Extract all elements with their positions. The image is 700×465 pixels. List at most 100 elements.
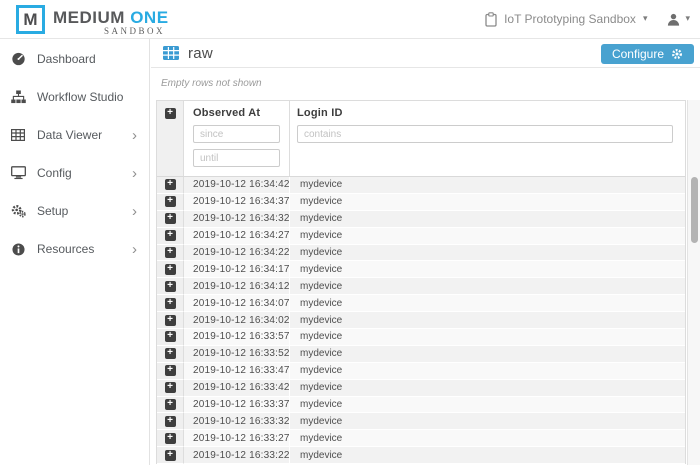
row-observed-at: 2019-10-12 16:34:32 — [184, 211, 290, 228]
row-observed-at: 2019-10-12 16:33:27 — [184, 430, 290, 447]
desktop-icon — [9, 166, 27, 180]
page-title: raw — [188, 45, 213, 62]
row-expand-button[interactable]: + — [165, 196, 176, 207]
table-row: + 2019-10-12 16:33:22 mydevice — [157, 447, 685, 464]
sidebar-item-resources[interactable]: Resources › — [0, 230, 149, 268]
table-header-row: + Observed At Login ID — [157, 101, 685, 177]
row-login-id: mydevice — [290, 194, 685, 211]
row-expand-button[interactable]: + — [165, 315, 176, 326]
main-content: raw Configure Empty rows not shown + Obs… — [151, 39, 700, 465]
row-observed-at: 2019-10-12 16:33:42 — [184, 380, 290, 397]
row-observed-at: 2019-10-12 16:34:02 — [184, 312, 290, 329]
row-login-id: mydevice — [290, 245, 685, 262]
row-expand-button[interactable]: + — [165, 298, 176, 309]
row-observed-at: 2019-10-12 16:33:22 — [184, 447, 290, 464]
sidebar-item-label: Dashboard — [37, 52, 137, 66]
expand-all-button[interactable]: + — [165, 108, 176, 119]
info-icon — [9, 243, 27, 256]
table-icon — [9, 129, 27, 141]
row-expand-button[interactable]: + — [165, 450, 176, 461]
table-row: + 2019-10-12 16:34:32 mydevice — [157, 211, 685, 228]
column-header-login-id: Login ID — [297, 107, 685, 119]
header-observed-at-cell: Observed At — [184, 101, 290, 176]
table-row: + 2019-10-12 16:34:12 mydevice — [157, 278, 685, 295]
logo-mark-icon: M — [16, 5, 45, 34]
sidebar-item-workflow-studio[interactable]: Workflow Studio — [0, 78, 149, 116]
row-expand-button[interactable]: + — [165, 399, 176, 410]
filter-until-input[interactable] — [193, 149, 280, 167]
row-expand-cell: + — [157, 261, 184, 278]
empty-rows-note: Empty rows not shown — [151, 68, 700, 89]
row-expand-button[interactable]: + — [165, 331, 176, 342]
table-row: + 2019-10-12 16:33:57 mydevice — [157, 329, 685, 346]
configure-button-label: Configure — [612, 47, 664, 61]
row-expand-button[interactable]: + — [165, 213, 176, 224]
row-expand-cell: + — [157, 312, 184, 329]
table-body: + 2019-10-12 16:34:42 mydevice + 2019-10… — [157, 177, 685, 464]
sidebar-nav: Dashboard Workflow Studio Data Viewer › — [0, 39, 150, 465]
sidebar-item-label: Workflow Studio — [37, 90, 137, 104]
raw-events-table: + Observed At Login ID + 2019-10-12 16:3… — [156, 100, 686, 464]
filter-since-input[interactable] — [193, 125, 280, 143]
sidebar-item-dashboard[interactable]: Dashboard — [0, 40, 149, 78]
row-login-id: mydevice — [290, 211, 685, 228]
chevron-right-icon: › — [132, 204, 137, 219]
row-expand-cell: + — [157, 329, 184, 346]
sidebar-item-label: Setup — [37, 204, 132, 218]
brand-primary: MEDIUM — [53, 8, 125, 27]
table-row: + 2019-10-12 16:33:47 mydevice — [157, 363, 685, 380]
clipboard-icon — [485, 12, 497, 27]
row-login-id: mydevice — [290, 380, 685, 397]
row-expand-cell: + — [157, 413, 184, 430]
row-observed-at: 2019-10-12 16:34:17 — [184, 261, 290, 278]
sandbox-selector-dropdown[interactable]: IoT Prototyping Sandbox ▾ — [485, 12, 647, 27]
user-menu-dropdown[interactable]: ▾ — [667, 13, 690, 26]
row-observed-at: 2019-10-12 16:34:07 — [184, 295, 290, 312]
brand-subtitle: SANDBOX — [53, 26, 165, 36]
row-expand-button[interactable]: + — [165, 433, 176, 444]
table-row: + 2019-10-12 16:34:17 mydevice — [157, 261, 685, 278]
scrollbar-thumb[interactable] — [691, 177, 698, 243]
row-expand-button[interactable]: + — [165, 230, 176, 241]
gear-icon — [671, 48, 683, 60]
user-icon — [667, 13, 680, 26]
configure-button[interactable]: Configure — [601, 44, 694, 64]
row-expand-button[interactable]: + — [165, 264, 176, 275]
sidebar-item-data-viewer[interactable]: Data Viewer › — [0, 116, 149, 154]
row-expand-button[interactable]: + — [165, 365, 176, 376]
row-expand-button[interactable]: + — [165, 247, 176, 258]
chevron-right-icon: › — [132, 242, 137, 257]
row-expand-button[interactable]: + — [165, 348, 176, 359]
row-expand-button[interactable]: + — [165, 179, 176, 190]
row-login-id: mydevice — [290, 430, 685, 447]
row-login-id: mydevice — [290, 177, 685, 194]
brand-logo: MEDIUM ONE — [53, 8, 169, 28]
table-row: + 2019-10-12 16:33:52 mydevice — [157, 346, 685, 363]
top-bar: M MEDIUM ONE SANDBOX IoT Prototyping San… — [0, 0, 700, 39]
chevron-down-icon: ▾ — [643, 14, 648, 24]
row-observed-at: 2019-10-12 16:33:57 — [184, 329, 290, 346]
vertical-scrollbar[interactable] — [687, 100, 700, 465]
row-expand-cell: + — [157, 363, 184, 380]
row-expand-cell: + — [157, 397, 184, 414]
row-login-id: mydevice — [290, 261, 685, 278]
filter-contains-input[interactable] — [297, 125, 673, 143]
row-observed-at: 2019-10-12 16:33:32 — [184, 413, 290, 430]
sidebar-item-setup[interactable]: Setup › — [0, 192, 149, 230]
sidebar-item-label: Data Viewer — [37, 128, 132, 142]
stream-table-icon — [163, 46, 179, 65]
row-expand-button[interactable]: + — [165, 382, 176, 393]
row-expand-cell: + — [157, 228, 184, 245]
row-expand-button[interactable]: + — [165, 416, 176, 427]
row-login-id: mydevice — [290, 346, 685, 363]
row-expand-cell: + — [157, 295, 184, 312]
table-row: + 2019-10-12 16:34:27 mydevice — [157, 228, 685, 245]
row-login-id: mydevice — [290, 312, 685, 329]
sidebar-item-config[interactable]: Config › — [0, 154, 149, 192]
sidebar-item-label: Config — [37, 166, 132, 180]
table-row: + 2019-10-12 16:33:27 mydevice — [157, 430, 685, 447]
sandbox-selector-label: IoT Prototyping Sandbox — [504, 12, 636, 26]
row-login-id: mydevice — [290, 329, 685, 346]
chevron-right-icon: › — [132, 128, 137, 143]
row-expand-button[interactable]: + — [165, 281, 176, 292]
